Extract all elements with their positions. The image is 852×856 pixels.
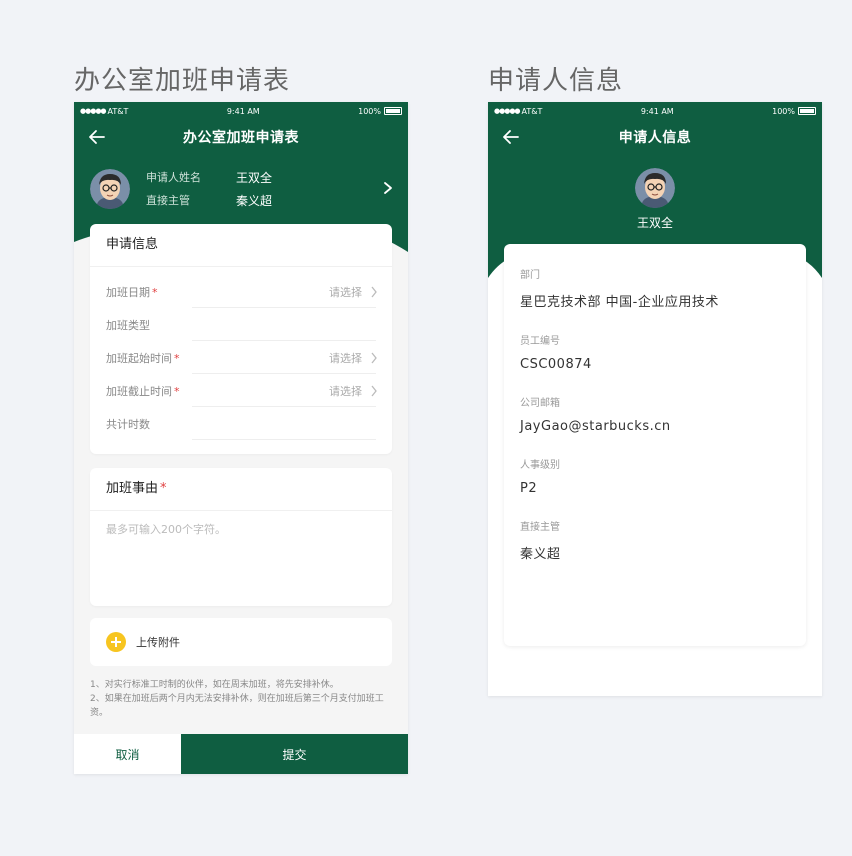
chevron-right-icon: [371, 286, 377, 298]
overtime-form-screen: ●●●●● AT&T 9:41 AM 100% 办公室加班申请表 申请人姓名 王双…: [74, 102, 408, 774]
plus-icon: [106, 632, 126, 652]
manager-label: 直接主管: [146, 194, 190, 207]
applicant-name-label: 申请人姓名: [146, 171, 201, 184]
profile-header: 王双全: [488, 168, 822, 231]
detail-item-grade: 人事级别 P2: [520, 456, 790, 496]
avatar: [635, 168, 675, 208]
applicant-summary[interactable]: 申请人姓名 王双全 直接主管 秦义超: [90, 168, 394, 210]
overtime-reason-card: 加班事由 * 最多可输入200个字符。: [90, 468, 392, 606]
overtime-end-field[interactable]: 加班截止时间 * 请选择: [90, 374, 392, 407]
detail-value: JayGao@starbucks.cn: [520, 419, 671, 434]
detail-value: CSC00874: [520, 357, 592, 372]
overtime-date-field[interactable]: 加班日期 * 请选择: [90, 275, 392, 308]
status-time: 9:41 AM: [640, 106, 674, 116]
manager-value: 秦义超: [236, 194, 273, 208]
avatar: [90, 169, 130, 209]
note-line: 2、如果在加班后两个月内无法安排补休，则在加班后第三个月支付加班工资。: [90, 694, 384, 718]
field-label: 加班截止时间: [106, 384, 172, 398]
required-mark: *: [174, 384, 180, 398]
battery-label: 100%: [772, 106, 795, 116]
reason-textarea[interactable]: 最多可输入200个字符。: [90, 511, 392, 547]
profile-details-card: 部门 星巴克技术部 中国-企业应用技术 员工编号 CSC00874 公司邮箱 J…: [504, 244, 806, 646]
status-bar: ●●●●● AT&T 9:41 AM 100%: [488, 102, 822, 120]
submit-button[interactable]: 提交: [181, 734, 408, 774]
back-arrow-icon[interactable]: [88, 128, 106, 146]
field-placeholder: 请选择: [329, 384, 362, 398]
detail-key: 公司邮箱: [520, 398, 560, 409]
battery-label: 100%: [358, 106, 381, 116]
chevron-right-icon[interactable]: [382, 180, 394, 196]
header: ●●●●● AT&T 9:41 AM 100% 办公室加班申请表: [74, 102, 408, 154]
page-title: 申请人信息: [618, 130, 692, 146]
navbar: 办公室加班申请表: [74, 120, 408, 154]
signal-icon: ●●●●●: [494, 107, 521, 115]
profile-name: 王双全: [636, 216, 673, 230]
status-time: 9:41 AM: [226, 106, 260, 116]
chevron-right-icon: [371, 385, 377, 397]
detail-key: 直接主管: [520, 522, 560, 533]
required-mark: *: [152, 285, 158, 299]
field-label: 加班起始时间: [106, 351, 172, 365]
back-arrow-icon[interactable]: [502, 128, 520, 146]
note-line: 1、对实行标准工时制的伙伴，如在周末加班，将先安排补休。: [90, 680, 339, 690]
section-title: 申请信息: [90, 224, 392, 267]
upload-attachment-button[interactable]: 上传附件: [90, 618, 392, 666]
cancel-button[interactable]: 取消: [74, 734, 181, 774]
detail-item-employee-id: 员工编号 CSC00874: [520, 332, 790, 372]
field-placeholder: 请选择: [329, 351, 362, 365]
detail-key: 员工编号: [520, 336, 560, 347]
navbar: 申请人信息: [488, 120, 822, 154]
left-board-title: 办公室加班申请表: [74, 66, 291, 96]
battery-icon: [798, 107, 816, 115]
carrier-label: AT&T: [107, 106, 129, 116]
signal-icon: ●●●●●: [80, 107, 107, 115]
chevron-right-icon: [371, 352, 377, 364]
field-label: 共计时数: [106, 417, 150, 431]
total-hours-field[interactable]: 共计时数: [90, 407, 392, 440]
applicant-name-value: 王双全: [236, 171, 273, 185]
reason-title: 加班事由: [106, 481, 159, 496]
status-bar: ●●●●● AT&T 9:41 AM 100%: [74, 102, 408, 120]
upload-label: 上传附件: [136, 636, 180, 649]
detail-value: 星巴克技术部 中国-企业应用技术: [520, 295, 719, 310]
field-placeholder: 请选择: [329, 285, 362, 299]
carrier-label: AT&T: [521, 106, 543, 116]
detail-value: 秦义超: [520, 547, 561, 562]
overtime-start-field[interactable]: 加班起始时间 * 请选择: [90, 341, 392, 374]
detail-item-email: 公司邮箱 JayGao@starbucks.cn: [520, 394, 790, 434]
application-info-card: 申请信息 加班日期 * 请选择 加班类型 加班起始时间 * 请选择 加班截止时间 * …: [90, 224, 392, 454]
notes: 1、对实行标准工时制的伙伴，如在周末加班，将先安排补休。 2、如果在加班后两个月…: [90, 678, 392, 720]
detail-key: 部门: [520, 270, 540, 281]
required-mark: *: [174, 351, 180, 365]
detail-item-manager: 直接主管 秦义超: [520, 518, 790, 562]
page-title: 办公室加班申请表: [183, 130, 299, 146]
applicant-info-screen: ●●●●● AT&T 9:41 AM 100% 申请人信息 王双全 部门 星巴克技…: [488, 102, 822, 696]
detail-item-department: 部门 星巴克技术部 中国-企业应用技术: [520, 266, 790, 310]
right-board-title: 申请人信息: [488, 66, 624, 96]
field-label: 加班类型: [106, 318, 150, 332]
overtime-type-field[interactable]: 加班类型: [90, 308, 392, 341]
header: ●●●●● AT&T 9:41 AM 100% 申请人信息: [488, 102, 822, 154]
battery-icon: [384, 107, 402, 115]
required-mark: *: [160, 481, 167, 496]
field-label: 加班日期: [106, 285, 150, 299]
detail-key: 人事级别: [520, 460, 560, 471]
detail-value: P2: [520, 481, 538, 496]
bottom-action-bar: 取消 提交: [74, 734, 408, 774]
